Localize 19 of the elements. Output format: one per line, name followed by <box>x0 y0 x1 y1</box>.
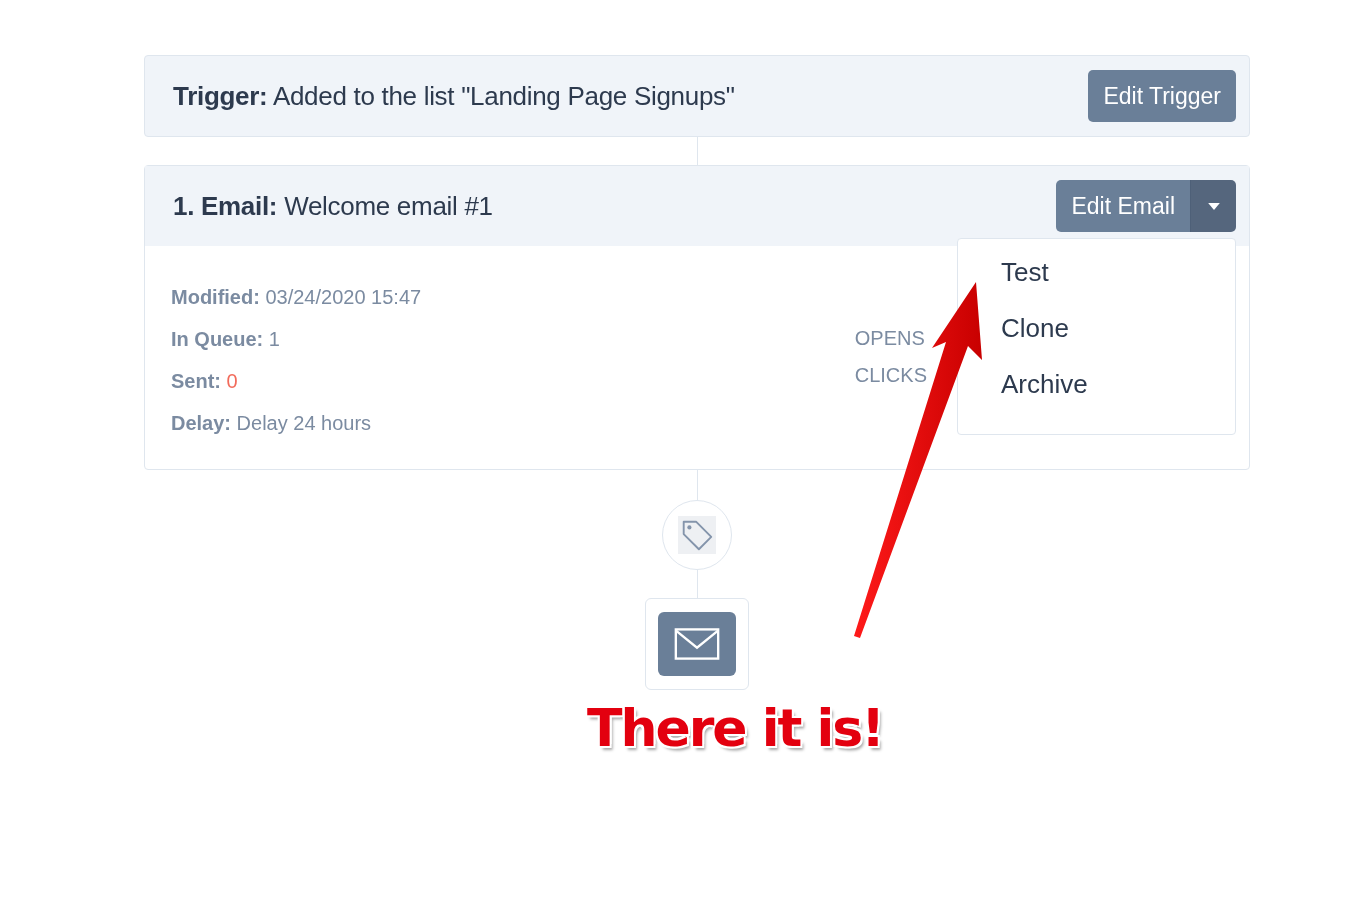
tag-icon <box>678 516 716 554</box>
envelope-icon <box>674 628 720 660</box>
annotation-text: There it is! <box>586 698 884 758</box>
trigger-title: Trigger: Added to the list "Landing Page Signups" <box>173 80 735 112</box>
detail-line: Modified: 03/24/2020 15:47 <box>171 285 423 310</box>
detail-line: Sent: 0 <box>171 369 239 394</box>
menu-item[interactable]: Clone <box>1001 313 1235 369</box>
detail-line: In Queue: 1 <box>171 327 281 352</box>
dropdown-toggle[interactable] <box>1191 180 1236 232</box>
menu-item[interactable]: Archive <box>1001 369 1235 425</box>
detail-line: Delay: Delay 24 hours <box>171 411 373 436</box>
edit-email-button[interactable]: Edit Email <box>1056 180 1191 232</box>
email-node[interactable] <box>645 598 749 690</box>
edit-trigger-button[interactable]: Edit Trigger <box>1088 70 1236 122</box>
caret-icon <box>1207 202 1220 210</box>
stat-label: CLICKS <box>854 363 927 388</box>
email-step-title: 1. Email: Welcome email #1 <box>173 190 493 222</box>
menu-item[interactable]: Test <box>1001 257 1235 313</box>
stat-label: OPENS <box>854 326 926 351</box>
